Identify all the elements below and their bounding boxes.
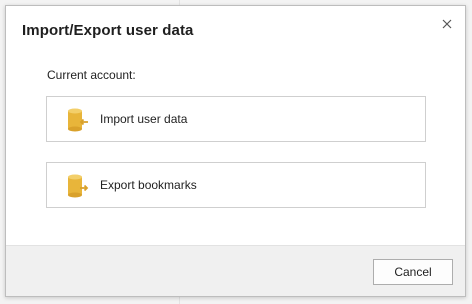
import-user-data-button[interactable]: Import user data	[46, 96, 426, 142]
cancel-button[interactable]: Cancel	[373, 259, 453, 285]
current-account-label: Current account:	[47, 68, 136, 82]
export-bookmarks-button[interactable]: Export bookmarks	[46, 162, 426, 208]
dialog-footer: Cancel	[6, 245, 465, 296]
export-bookmarks-label: Export bookmarks	[100, 178, 197, 192]
import-user-data-label: Import user data	[100, 112, 188, 126]
dialog-title: Import/Export user data	[22, 22, 194, 39]
close-icon[interactable]	[439, 16, 455, 32]
database-export-icon	[67, 174, 89, 198]
database-import-icon	[67, 108, 89, 132]
import-export-dialog: Import/Export user data Current account:…	[5, 5, 466, 297]
